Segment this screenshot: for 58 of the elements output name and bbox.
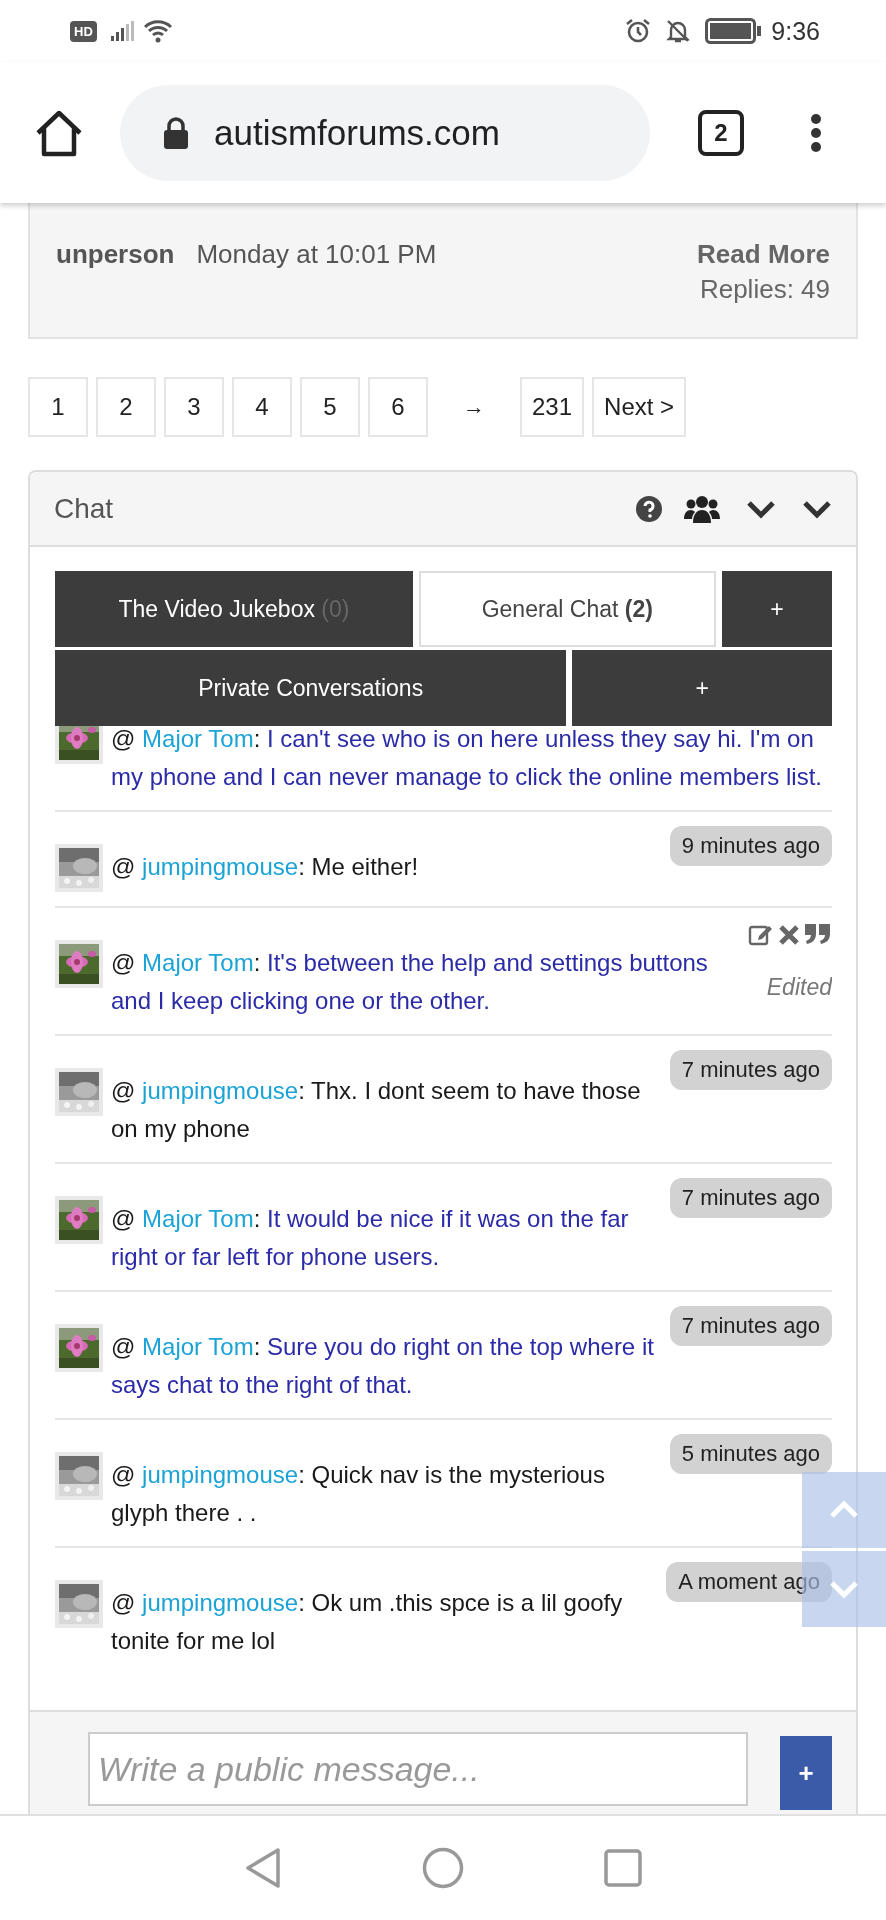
read-more-link[interactable]: Read More: [697, 239, 830, 270]
clock-time: 9:36: [771, 16, 820, 46]
send-button[interactable]: +: [780, 1736, 832, 1810]
signal-icon: [110, 21, 137, 41]
alarm-icon: [625, 18, 652, 44]
back-icon[interactable]: [244, 1847, 282, 1889]
quote-icon[interactable]: [804, 922, 832, 946]
lock-icon: [164, 116, 188, 149]
replies-count: Replies: 49: [699, 274, 830, 305]
page-button[interactable]: 3: [164, 377, 224, 437]
chevron-down-icon[interactable]: [802, 498, 832, 519]
page-button[interactable]: 5: [300, 377, 360, 437]
timestamp-badge: A moment ago: [666, 1562, 832, 1602]
chat-tab[interactable]: +: [721, 571, 832, 647]
message-input[interactable]: Write a public message...: [88, 1732, 748, 1806]
page-gap-arrow: →: [462, 393, 486, 421]
chat-message: @ jumpingmouse: Me either!: [111, 852, 420, 882]
chat-message: @ Major Tom: I can't see who is on here unless they say hi. I'm on my phone and I can never manage to click the online members list.: [111, 726, 824, 792]
wifi-icon: [142, 19, 173, 43]
page-button[interactable]: 1: [28, 377, 88, 437]
timestamp-badge: 7 minutes ago: [669, 1050, 832, 1090]
chevron-down-icon[interactable]: [746, 498, 776, 519]
chat-message: @ jumpingmouse: Thx. I dont seem to have those on my phone: [111, 1076, 642, 1144]
page-button[interactable]: 231: [520, 377, 585, 437]
tab-count-button[interactable]: 2: [698, 109, 744, 156]
home-circle-icon[interactable]: [422, 1847, 464, 1889]
timestamp-badge: 9 minutes ago: [669, 826, 832, 866]
help-icon[interactable]: [636, 495, 662, 522]
timestamp-badge: 7 minutes ago: [669, 1306, 832, 1346]
chat-tab[interactable]: General Chat (2): [418, 571, 716, 647]
hd-badge: HD: [70, 20, 97, 42]
chevron-down-icon: [829, 1579, 859, 1599]
page-button[interactable]: Next >: [592, 377, 687, 437]
chat-message: @ Major Tom: It would be nice if it was on the far right or far left for phone users.: [111, 1204, 630, 1272]
delete-icon[interactable]: [778, 922, 800, 946]
recents-icon[interactable]: [604, 1849, 642, 1887]
page-button[interactable]: 4: [232, 377, 292, 437]
chat-message: @ Major Tom: It's between the help and settings buttons and I keep clicking one or the other.: [111, 948, 709, 1016]
chat-tab[interactable]: +: [572, 650, 832, 726]
address-bar[interactable]: autismforums.com: [120, 84, 650, 181]
edited-label: Edited: [765, 974, 832, 1001]
battery-icon: [705, 18, 764, 44]
page-button[interactable]: 6: [368, 377, 428, 437]
chat-tab[interactable]: Private Conversations: [55, 650, 567, 726]
users-icon[interactable]: [684, 494, 720, 523]
timestamp-badge: 5 minutes ago: [669, 1434, 832, 1474]
chat-message: @ jumpingmouse: Ok um .this spce is a lil goofy tonite for me lol: [111, 1588, 624, 1656]
home-icon[interactable]: [34, 108, 84, 157]
chat-message: @ Major Tom: Sure you do right on the top where it says chat to the right of that.: [111, 1332, 655, 1400]
bell-off-icon: [665, 18, 692, 44]
chat-title: Chat: [54, 492, 115, 525]
thread-date: Monday at 10:01 PM: [196, 239, 437, 269]
thread-author[interactable]: unperson: [56, 239, 175, 269]
page-button[interactable]: 2: [96, 377, 156, 437]
chat-message: @ jumpingmouse: Quick nav is the mysterious glyph there . .: [111, 1460, 606, 1528]
menu-icon[interactable]: [810, 112, 822, 153]
chevron-up-icon: [829, 1500, 859, 1520]
timestamp-badge: 7 minutes ago: [669, 1178, 832, 1218]
